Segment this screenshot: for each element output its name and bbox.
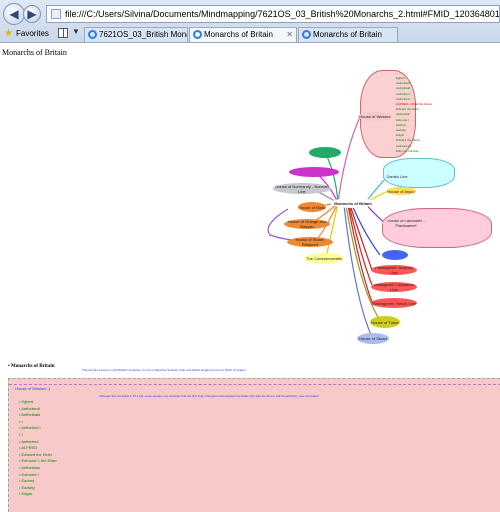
divider: [9, 384, 500, 385]
house-of-anjou-node[interactable]: House of Anjou: [386, 187, 416, 195]
list-item: • Aethelred I: [19, 425, 41, 431]
plantagenet-yorkist-node[interactable]: Plantagenet: Yorkist Line: [371, 298, 417, 308]
list-item: • Edmund I: [19, 471, 39, 477]
list-item: • Eadred: [19, 478, 35, 484]
list-item: • Aethelwulf: [19, 405, 40, 411]
plantagenet-angevin-node[interactable]: Plantagenet: Angevin Line: [371, 265, 417, 275]
house-of-stuart-node[interactable]: House of Stuart: [357, 333, 389, 344]
list-item: • Aethelstan: [19, 464, 41, 470]
list-item: • Edward the Elder: [19, 451, 53, 457]
list-item: • Aethelred: [19, 438, 39, 444]
list-item: • Egbert: [19, 399, 34, 404]
house-of-blois-node[interactable]: House of Blois: [298, 202, 326, 212]
wessex-panel: House of Wessex :) Although this list st…: [8, 378, 500, 512]
house-of-wessex-node[interactable]: House of Wessex: [358, 112, 392, 121]
root-node[interactable]: Monarchs of Britain: [330, 198, 376, 208]
green-node[interactable]: [309, 147, 341, 158]
list-item: • Eadwig: [19, 484, 35, 490]
lancaster-cloud: [382, 208, 492, 248]
house-of-tudor-node[interactable]: House of Tudor: [370, 316, 400, 328]
house-of-normandy-node[interactable]: House of Normandy - Norman Line: [273, 183, 331, 194]
danish-line-node[interactable]: Danish Line: [385, 172, 409, 180]
purple-node[interactable]: [289, 167, 339, 177]
commonwealth-node[interactable]: The Commonwealth: [304, 253, 344, 264]
house-of-stuart-restored-node[interactable]: House of Stuart: Restored: [287, 237, 333, 247]
list-item: • I: [19, 431, 23, 437]
panel-note: Although this list starts in 871 AD, som…: [99, 394, 319, 398]
wessex-item: Edmund Ironside: [396, 148, 419, 153]
panel-list: • Egbert • Aethelwulf • Aethelbald • I •…: [19, 399, 57, 498]
house-of-lancaster-node[interactable]: House of Lancaster - Plantagenet: [382, 219, 430, 227]
list-item: • ALFRED: [19, 445, 38, 451]
house-of-orange-node[interactable]: House of Orange and Nassau: [284, 219, 330, 229]
plantagenet-lancastrian-node[interactable]: Plantagenet: Lancastrian Line: [371, 282, 417, 292]
list-item: • Edmund I, the Elder: [19, 458, 57, 464]
intro-note: This list has a focus on the British mon…: [82, 368, 246, 372]
section-title: • Monarchs of Britain: [8, 364, 55, 369]
list-item: • I: [19, 418, 23, 424]
list-item: • Edgar: [19, 491, 33, 497]
wessex-list: Egbert Aethelwulf Aethelbald Aethelbert …: [396, 76, 432, 154]
panel-heading: House of Wessex :): [15, 386, 50, 391]
blue-node[interactable]: [382, 250, 408, 260]
list-item: • Aethelbald: [19, 412, 41, 418]
